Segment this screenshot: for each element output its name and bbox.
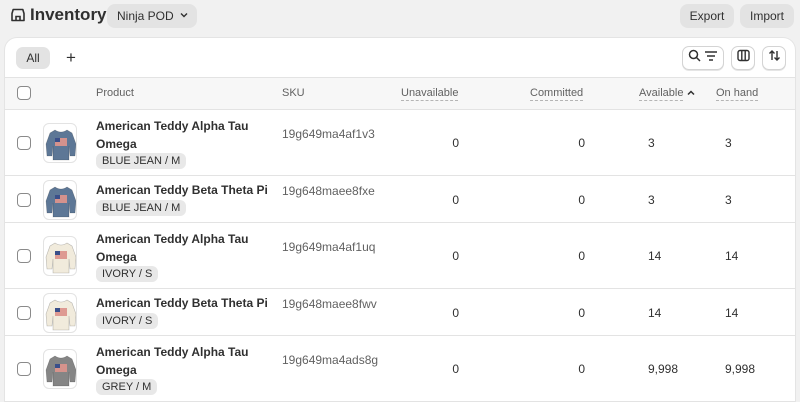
column-header-on-hand[interactable]: On hand	[716, 87, 759, 101]
location-selector[interactable]: Ninja POD	[107, 4, 197, 28]
table-row[interactable]: American Teddy Beta Theta Pi IVORY / S 19g…	[5, 289, 795, 336]
column-header-sku[interactable]: SKU	[282, 87, 305, 99]
product-name[interactable]: American Teddy Beta Theta Pi	[96, 181, 271, 199]
available-value[interactable]: 14	[648, 306, 661, 320]
product-thumbnail[interactable]	[43, 179, 77, 220]
row-checkbox[interactable]	[17, 192, 31, 207]
columns-icon	[736, 49, 750, 67]
sort-button[interactable]	[762, 46, 786, 70]
table-row[interactable]: American Teddy Alpha Tau Omega IVORY / S 1…	[5, 223, 795, 289]
column-header-available[interactable]: Available	[639, 87, 695, 101]
on-hand-value[interactable]: 9,998	[725, 362, 755, 376]
committed-value[interactable]: 0	[578, 362, 585, 376]
committed-value[interactable]: 0	[578, 136, 585, 150]
sort-icon	[768, 49, 781, 67]
chevron-down-icon	[179, 9, 189, 23]
variant-badge: GREY / M	[96, 379, 158, 395]
unavailable-value[interactable]: 0	[452, 193, 459, 207]
sku-value: 19g649ma4af1v3	[282, 127, 375, 141]
export-button[interactable]: Export	[680, 4, 734, 28]
title-wrap: Inventory	[10, 5, 107, 25]
sku-value: 19g649ma4af1uq	[282, 240, 376, 254]
column-header-unavailable[interactable]: Unavailable	[401, 87, 459, 101]
row-checkbox[interactable]	[17, 249, 31, 263]
table-row[interactable]: American Teddy Alpha Tau Omega GREY / M 19…	[5, 336, 795, 402]
on-hand-value[interactable]: 3	[725, 193, 732, 207]
top-bar: Inventory Ninja POD Export Import	[0, 0, 800, 34]
columns-button[interactable]	[731, 46, 755, 70]
unavailable-value[interactable]: 0	[452, 362, 459, 376]
available-value[interactable]: 3	[648, 136, 655, 150]
column-header-committed[interactable]: Committed	[530, 87, 584, 101]
table-header: Product SKU Unavailable Committed Availa…	[5, 78, 795, 110]
variant-badge: IVORY / S	[96, 313, 159, 329]
add-view-button[interactable]: +	[61, 48, 81, 68]
row-checkbox[interactable]	[17, 362, 31, 376]
inventory-card: All + Product SKU Unavailable Committed	[5, 38, 795, 402]
available-value[interactable]: 3	[648, 193, 655, 207]
filter-icon	[704, 49, 718, 67]
column-header-available-label: Available	[639, 87, 684, 101]
store-icon	[10, 7, 26, 23]
select-all-checkbox[interactable]	[17, 86, 31, 100]
available-value[interactable]: 14	[648, 249, 661, 263]
product-name[interactable]: American Teddy Alpha Tau Omega	[96, 230, 271, 266]
table-row[interactable]: American Teddy Beta Theta Pi BLUE JEAN / …	[5, 176, 795, 223]
unavailable-value[interactable]: 0	[452, 136, 459, 150]
unavailable-value[interactable]: 0	[452, 306, 459, 320]
product-name[interactable]: American Teddy Beta Theta Pi	[96, 294, 271, 312]
filter-bar: All +	[5, 38, 795, 78]
committed-value[interactable]: 0	[578, 193, 585, 207]
sku-value: 19g648maee8fwv	[282, 296, 377, 311]
product-thumbnail[interactable]	[43, 349, 77, 389]
caret-up-icon	[687, 88, 695, 100]
product-name[interactable]: American Teddy Alpha Tau Omega	[96, 343, 271, 379]
product-thumbnail[interactable]	[43, 292, 77, 333]
search-filter-button[interactable]	[682, 46, 724, 70]
on-hand-value[interactable]: 14	[725, 306, 738, 320]
sku-value: 19g649ma4ads8g	[282, 353, 379, 367]
variant-badge: BLUE JEAN / M	[96, 200, 187, 216]
on-hand-value[interactable]: 14	[725, 249, 738, 263]
sku-value: 19g648maee8fxe	[282, 183, 375, 198]
search-icon	[688, 49, 701, 67]
on-hand-value[interactable]: 3	[725, 136, 732, 150]
product-thumbnail[interactable]	[43, 236, 77, 276]
unavailable-value[interactable]: 0	[452, 249, 459, 263]
import-button[interactable]: Import	[740, 4, 794, 28]
variant-badge: BLUE JEAN / M	[96, 153, 187, 169]
committed-value[interactable]: 0	[578, 249, 585, 263]
column-header-product[interactable]: Product	[96, 87, 134, 99]
variant-badge: IVORY / S	[96, 266, 159, 282]
product-thumbnail[interactable]	[43, 123, 77, 163]
row-checkbox[interactable]	[17, 305, 31, 320]
available-value[interactable]: 9,998	[648, 362, 678, 376]
page-title: Inventory	[30, 5, 107, 24]
committed-value[interactable]: 0	[578, 306, 585, 320]
tab-all[interactable]: All	[16, 47, 50, 69]
product-name[interactable]: American Teddy Alpha Tau Omega	[96, 117, 271, 153]
row-checkbox[interactable]	[17, 136, 31, 150]
table-row[interactable]: American Teddy Alpha Tau Omega BLUE JEAN …	[5, 110, 795, 176]
location-label: Ninja POD	[117, 9, 174, 23]
